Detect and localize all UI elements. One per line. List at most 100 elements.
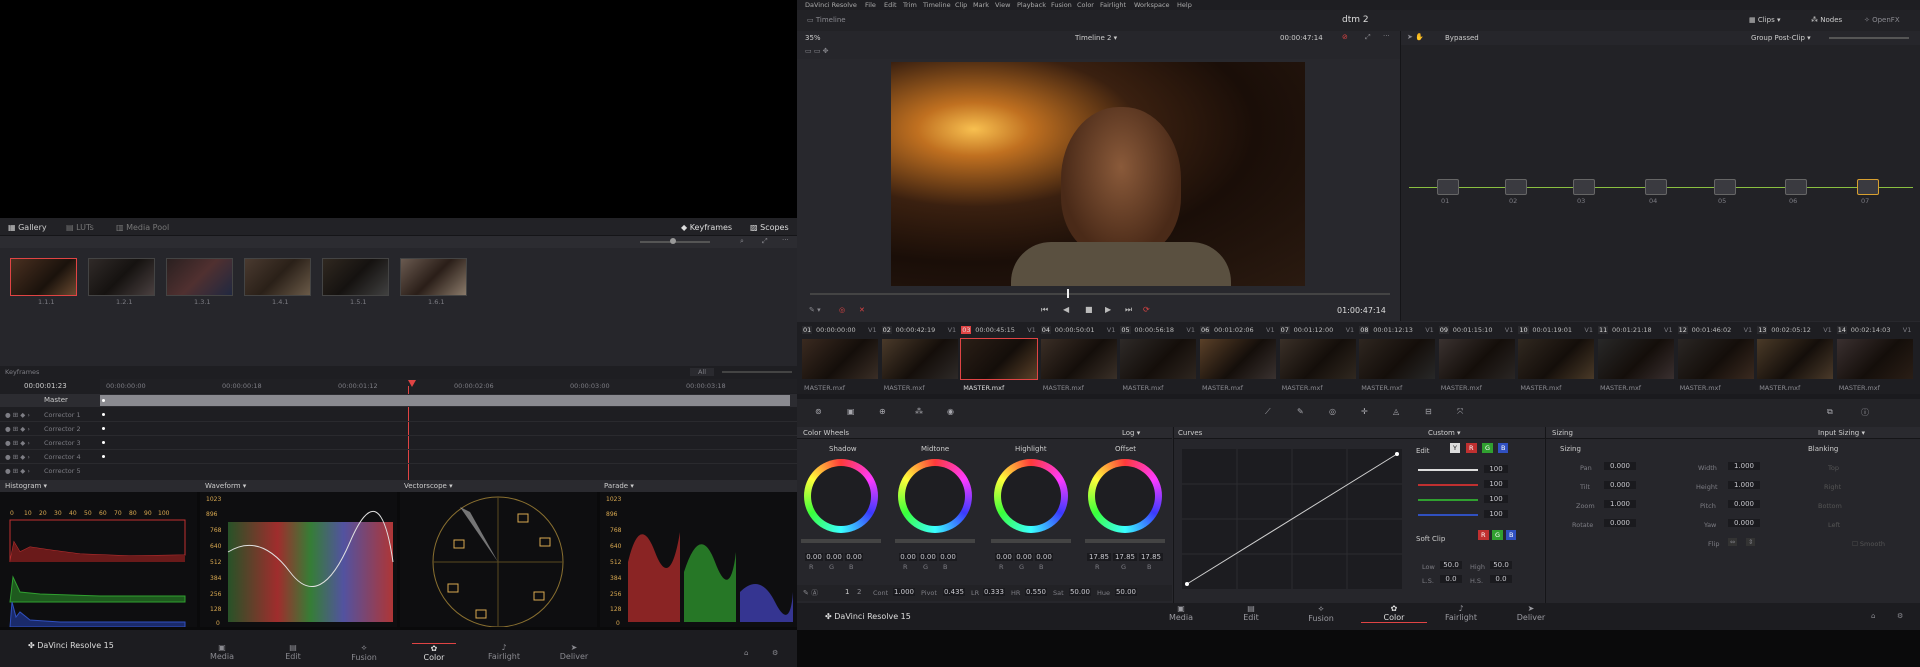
offset-g[interactable]: 17.85 bbox=[1113, 553, 1137, 561]
curve-channel-r[interactable]: R bbox=[1466, 443, 1477, 453]
play-icon[interactable]: ▶ bbox=[1105, 305, 1111, 314]
expand-icon[interactable]: ⤢ bbox=[762, 237, 768, 246]
keyframes-filter[interactable]: All bbox=[690, 368, 715, 376]
menu-file[interactable]: File bbox=[865, 1, 876, 9]
still-thumb[interactable] bbox=[166, 258, 233, 296]
shadow-r[interactable]: 0.00 bbox=[805, 553, 823, 561]
rotate-value[interactable]: 0.000 bbox=[1604, 519, 1636, 527]
highlight-master-slider[interactable] bbox=[991, 539, 1071, 543]
contrast-value[interactable]: 1.000 bbox=[893, 588, 915, 596]
track-corrector[interactable]: ● ⊞ ◆ › Corrector 1 bbox=[0, 408, 797, 422]
clip-thumbnail[interactable] bbox=[881, 339, 958, 379]
curve-channel-g[interactable]: G bbox=[1482, 443, 1494, 453]
blur-icon[interactable]: ◬ bbox=[1393, 407, 1399, 416]
pivot-value[interactable]: 0.435 bbox=[943, 588, 965, 596]
shadow-master-slider[interactable] bbox=[801, 539, 881, 543]
clip-thumbnail[interactable] bbox=[1200, 339, 1276, 379]
r-intensity-value[interactable]: 100 bbox=[1484, 480, 1508, 488]
openfx-toggle[interactable]: ✧ OpenFX bbox=[1864, 16, 1900, 24]
waveform-label[interactable]: Waveform ▾ bbox=[205, 482, 246, 490]
fullscreen-icon[interactable]: ⤢ bbox=[1365, 33, 1371, 42]
menu-trim[interactable]: Trim bbox=[903, 1, 917, 9]
still-thumb[interactable] bbox=[400, 258, 467, 296]
window-icon[interactable]: ◎ bbox=[1329, 407, 1336, 416]
color-match-icon[interactable]: ▣ bbox=[847, 407, 855, 416]
home-icon[interactable]: ⌂ bbox=[1871, 612, 1875, 620]
timeline-toggle[interactable]: ▭ Timeline bbox=[807, 16, 846, 24]
play-reverse-icon[interactable]: ◀ bbox=[1063, 305, 1069, 314]
pointer-icon[interactable]: ➤ ✋ bbox=[1407, 33, 1424, 41]
menu-fairlight[interactable]: Fairlight bbox=[1100, 1, 1126, 9]
sizing-icon[interactable]: ⤧ bbox=[1457, 407, 1463, 417]
clip-thumbnail[interactable] bbox=[1040, 339, 1117, 379]
still-thumb[interactable] bbox=[244, 258, 311, 296]
keyframes-toggle[interactable]: ◆ Keyframes bbox=[681, 223, 732, 232]
page-tab-fusion[interactable]: ⟡ Fusion bbox=[342, 643, 386, 662]
sat-value[interactable]: 50.00 bbox=[1069, 588, 1091, 596]
picker-icon[interactable]: ✎ ▾ bbox=[809, 306, 821, 314]
more-icon[interactable]: ··· bbox=[782, 236, 789, 244]
page-tab-edit[interactable]: ▤ Edit bbox=[271, 643, 315, 661]
smooth-checkbox[interactable]: ☐ Smooth bbox=[1852, 540, 1885, 548]
hue-value[interactable]: 50.00 bbox=[1115, 588, 1137, 596]
home-icon[interactable]: ⌂ bbox=[744, 649, 748, 657]
y-intensity-value[interactable]: 100 bbox=[1484, 465, 1508, 473]
page-tab-fusion[interactable]: ⟡ Fusion bbox=[1299, 604, 1343, 623]
offset-r[interactable]: 17.85 bbox=[1087, 553, 1111, 561]
flip-vertical-icon[interactable]: ⇕ bbox=[1746, 538, 1756, 546]
b-intensity-slider[interactable] bbox=[1418, 514, 1478, 516]
search-icon[interactable]: ⌕ bbox=[740, 237, 744, 246]
node[interactable] bbox=[1857, 179, 1879, 195]
camera-raw-icon[interactable]: ⊚ bbox=[815, 407, 822, 416]
settings-gear-icon[interactable]: ⚙ bbox=[772, 649, 778, 657]
tracker-icon[interactable]: ✛ bbox=[1361, 407, 1368, 416]
offset-master-slider[interactable] bbox=[1085, 539, 1165, 543]
g-intensity-value[interactable]: 100 bbox=[1484, 495, 1508, 503]
zoom-dropdown[interactable]: 35% bbox=[805, 34, 821, 42]
tab-luts[interactable]: ▤ LUTs bbox=[66, 223, 94, 232]
clip-thumbnail[interactable] bbox=[802, 339, 878, 379]
curves-mode[interactable]: Custom ▾ bbox=[1428, 429, 1461, 437]
node[interactable] bbox=[1573, 179, 1595, 195]
menu-workspace[interactable]: Workspace bbox=[1134, 1, 1170, 9]
keyframes-panel-icon[interactable]: ⧉ bbox=[1827, 407, 1833, 417]
skip-forward-icon[interactable]: ⏭ bbox=[1125, 305, 1132, 315]
node[interactable] bbox=[1785, 179, 1807, 195]
clip-thumbnail[interactable] bbox=[960, 338, 1039, 380]
curve-channel-y[interactable]: Y bbox=[1450, 443, 1460, 453]
node[interactable] bbox=[1714, 179, 1736, 195]
curve-channel-b[interactable]: B bbox=[1498, 443, 1509, 453]
page-tab-media[interactable]: ▣ Media bbox=[1159, 604, 1203, 622]
sizing-mode[interactable]: Input Sizing ▾ bbox=[1818, 429, 1865, 437]
node[interactable] bbox=[1437, 179, 1459, 195]
wipe-icon[interactable]: ▭ ▭ ✥ bbox=[805, 47, 829, 55]
highlight-b[interactable]: 0.00 bbox=[1035, 553, 1053, 561]
vectorscope-label[interactable]: Vectorscope ▾ bbox=[404, 482, 453, 490]
g-intensity-slider[interactable] bbox=[1418, 499, 1478, 501]
midtone-master-slider[interactable] bbox=[895, 539, 975, 543]
highlight-wheel[interactable] bbox=[994, 459, 1068, 533]
r-intensity-slider[interactable] bbox=[1418, 484, 1478, 486]
rgb-mixer-icon[interactable]: ⁂ bbox=[915, 407, 923, 416]
shadow-g[interactable]: 0.00 bbox=[825, 553, 843, 561]
menu-view[interactable]: View bbox=[995, 1, 1010, 9]
node[interactable] bbox=[1505, 179, 1527, 195]
softclip-low[interactable]: 50.0 bbox=[1440, 561, 1462, 569]
slider-handle[interactable] bbox=[670, 238, 676, 244]
clip-thumbnail[interactable] bbox=[1120, 339, 1197, 379]
pan-value[interactable]: 0.000 bbox=[1604, 462, 1636, 470]
skip-back-icon[interactable]: ⏮ bbox=[1041, 305, 1048, 315]
tab-media-pool[interactable]: ▥ Media Pool bbox=[116, 223, 169, 232]
clip-thumbnail[interactable] bbox=[1359, 339, 1436, 379]
info-icon[interactable]: ⓘ bbox=[1861, 407, 1869, 418]
midtone-b[interactable]: 0.00 bbox=[939, 553, 957, 561]
motion-effects-icon[interactable]: ◉ bbox=[947, 407, 954, 416]
midtone-g[interactable]: 0.00 bbox=[919, 553, 937, 561]
flip-horizontal-icon[interactable]: ⇔ bbox=[1728, 538, 1738, 546]
page-tab-edit[interactable]: ▤ Edit bbox=[1229, 604, 1273, 622]
clip-thumbnail[interactable] bbox=[1836, 339, 1913, 379]
track-corrector[interactable]: ● ⊞ ◆ › Corrector 5 bbox=[0, 464, 797, 478]
qualifier-icon[interactable]: ✎ bbox=[1297, 407, 1304, 416]
clip-thumbnail[interactable] bbox=[1518, 339, 1595, 379]
offset-wheel[interactable] bbox=[1088, 459, 1162, 533]
